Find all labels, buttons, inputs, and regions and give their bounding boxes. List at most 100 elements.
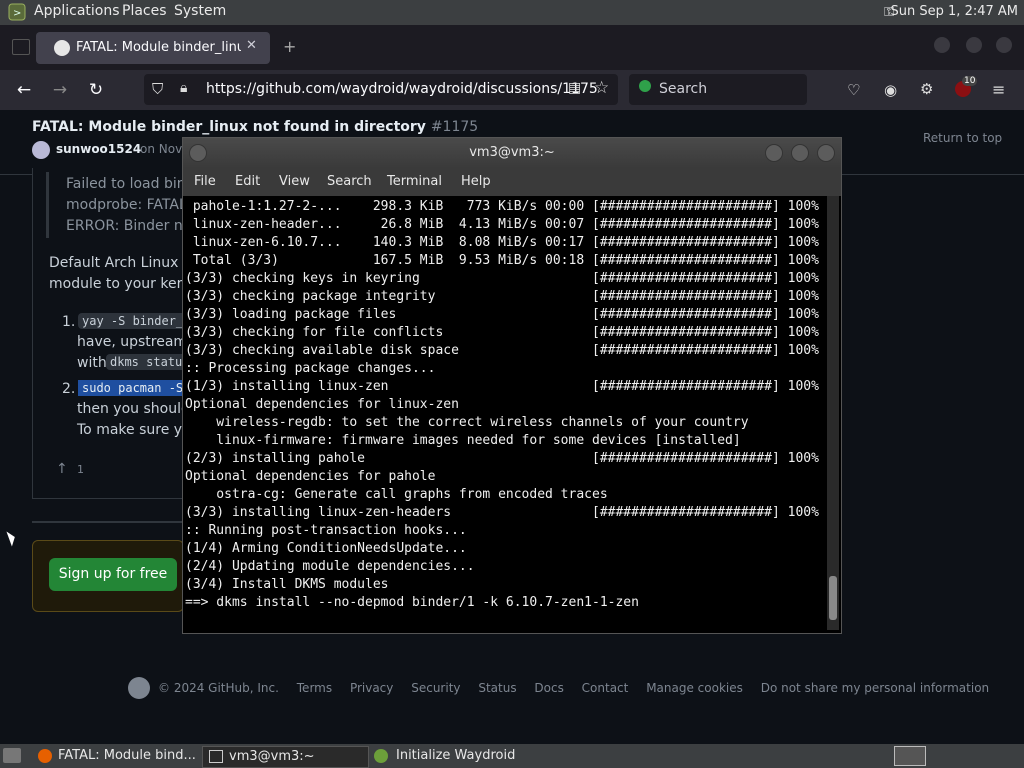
terminal-line: (1/4) Arming ConditionNeedsUpdate... (185, 541, 467, 556)
reader-view-icon[interactable]: ▤ (568, 80, 581, 96)
svg-text:>: > (13, 8, 21, 19)
terminal-line: (2/4) Updating module dependencies... (185, 559, 475, 574)
taskbar-item-label: vm3@vm3:~ (229, 749, 315, 764)
terminal-line: pahole-1:1.27-2-... 298.3 KiB 773 KiB/s … (185, 199, 819, 214)
footer-security-link[interactable]: Security (411, 681, 460, 695)
github-favicon-icon (54, 40, 70, 56)
shield-icon[interactable]: ⛉ (152, 80, 163, 98)
paragraph-line: Default Arch Linux ke (49, 255, 200, 271)
author-link[interactable]: sunwoo1524 (56, 142, 141, 156)
search-input[interactable]: Search (659, 81, 707, 97)
url-bar[interactable]: ⛉ 🔒︎ https://github.com/waydroid/waydroi… (144, 74, 618, 105)
terminal-line: :: Processing package changes... (185, 361, 436, 376)
page-title: FATAL: Module binder_linux not found in … (32, 119, 479, 135)
footer-privacy-link[interactable]: Privacy (350, 681, 393, 695)
taskbar-item-terminal[interactable]: vm3@vm3:~ (202, 746, 369, 768)
terminal-line: Total (3/3) 167.5 MiB 9.53 MiB/s 00:18 [… (185, 253, 819, 268)
taskbar-item-waydroid[interactable]: Initialize Waydroid (370, 746, 540, 766)
terminal-menu-edit[interactable]: Edit (235, 174, 260, 189)
back-icon[interactable]: ← (13, 80, 35, 100)
terminal-line: (3/3) checking for file conflicts [#####… (185, 325, 819, 340)
upvote-count: 1 (77, 463, 84, 476)
hamburger-menu-icon[interactable]: ≡ (992, 80, 1005, 99)
footer-manage-cookies-link[interactable]: Manage cookies (646, 681, 743, 695)
terminal-minimize-button[interactable] (765, 144, 783, 162)
footer-copyright: © 2024 GitHub, Inc. (158, 681, 279, 695)
footer-status-link[interactable]: Status (478, 681, 516, 695)
footer-contact-link[interactable]: Contact (582, 681, 629, 695)
tab-list-icon[interactable] (12, 39, 30, 55)
terminal-line: Optional dependencies for pahole (185, 469, 436, 484)
selected-inline-code: sudo pacman -S (78, 380, 188, 396)
terminal-line: (3/3) installing linux-zen-headers [####… (185, 505, 819, 520)
terminal-line: Optional dependencies for linux-zen (185, 397, 459, 412)
terminal-line: ==> dkms install --no-depmod binder/1 -k… (185, 595, 639, 610)
footer-docs-link[interactable]: Docs (534, 681, 563, 695)
terminal-scrollbar-thumb[interactable] (829, 576, 837, 620)
terminal-menu-view[interactable]: View (279, 174, 310, 189)
show-desktop-icon[interactable] (3, 748, 21, 763)
terminal-line: (1/3) installing linux-zen [############… (185, 379, 819, 394)
blockquote-bar (46, 172, 49, 238)
forward-icon[interactable]: → (49, 80, 71, 100)
terminal-maximize-button[interactable] (791, 144, 809, 162)
avatar[interactable] (32, 141, 50, 159)
quote-line: ERROR: Binder no (66, 218, 192, 234)
terminal-line: (3/3) checking keys in keyring [########… (185, 271, 819, 286)
taskbar-item-label: Initialize Waydroid (396, 748, 516, 763)
terminal-menu-search[interactable]: Search (327, 174, 372, 189)
upvote-arrow-icon[interactable]: ↑ (56, 461, 68, 477)
extensions-icon[interactable]: ⚙ (920, 80, 933, 98)
quote-line: modprobe: FATAL: (66, 197, 192, 213)
terminal-line: linux-zen-header... 26.8 MiB 4.13 MiB/s … (185, 217, 819, 232)
menu-places[interactable]: Places (122, 3, 167, 19)
list-number: 2. (62, 381, 76, 397)
footer-terms-link[interactable]: Terms (297, 681, 332, 695)
footer-do-not-share-link[interactable]: Do not share my personal information (761, 681, 989, 695)
terminal-app-icon[interactable]: > (8, 3, 26, 21)
browser-tab[interactable]: FATAL: Module binder_linux ✕ (36, 32, 270, 64)
return-to-top-link[interactable]: Return to top (923, 131, 1002, 145)
account-icon[interactable]: ◉ (884, 81, 897, 99)
post-date: on Nov (140, 142, 183, 156)
new-tab-icon[interactable]: + (283, 37, 296, 56)
inline-code: dkms statu (106, 354, 187, 370)
menu-applications[interactable]: Applications (34, 3, 120, 19)
reload-icon[interactable]: ↻ (85, 80, 107, 100)
bookmark-star-icon[interactable]: ☆ (594, 78, 609, 98)
close-window-button[interactable] (996, 37, 1012, 53)
terminal-close-button[interactable] (817, 144, 835, 162)
terminal-output[interactable]: pahole-1:1.27-2-... 298.3 KiB 773 KiB/s … (185, 198, 825, 630)
github-logo-icon[interactable] (128, 677, 150, 699)
tab-close-icon[interactable]: ✕ (246, 38, 257, 53)
terminal-menu-terminal[interactable]: Terminal (387, 174, 442, 189)
menu-system[interactable]: System (174, 3, 226, 19)
paragraph-line: module to your kernel (49, 276, 204, 292)
terminal-line: ostra-cg: Generate call graphs from enco… (185, 487, 608, 502)
maximize-window-button[interactable] (966, 37, 982, 53)
terminal-line: linux-firmware: firmware images needed f… (185, 433, 741, 448)
workspace-switcher[interactable] (894, 746, 926, 766)
taskbar-item-firefox[interactable]: FATAL: Module bind... (32, 746, 200, 766)
terminal-window[interactable]: vm3@vm3:~ File Edit View Search Terminal… (182, 137, 842, 634)
url-text[interactable]: https://github.com/waydroid/waydroid/dis… (206, 81, 598, 97)
terminal-menu-help[interactable]: Help (461, 174, 491, 189)
terminal-scrollbar[interactable] (827, 196, 839, 630)
clock[interactable]: Sun Sep 1, 2:47 AM (891, 4, 1018, 19)
search-bar[interactable]: Search (629, 74, 807, 105)
terminal-titlebar[interactable]: vm3@vm3:~ (183, 138, 841, 168)
lock-icon[interactable]: 🔒︎ (180, 80, 187, 96)
pocket-icon[interactable]: ♡ (847, 81, 860, 99)
divider (32, 521, 182, 523)
firefox-icon (38, 748, 52, 763)
terminal-line: (3/3) checking available disk space [###… (185, 343, 819, 358)
mouse-cursor-icon (6, 529, 18, 547)
tab-title: FATAL: Module binder_linux (76, 40, 241, 55)
sign-up-button[interactable]: Sign up for free (49, 558, 177, 591)
terminal-menu-file[interactable]: File (194, 174, 216, 189)
extension-badge: 10 (962, 76, 978, 86)
terminal-line: wireless-regdb: to set the correct wirel… (185, 415, 749, 430)
minimize-window-button[interactable] (934, 37, 950, 53)
list-text: have, upstream li (77, 334, 200, 350)
search-engine-icon (639, 80, 651, 92)
